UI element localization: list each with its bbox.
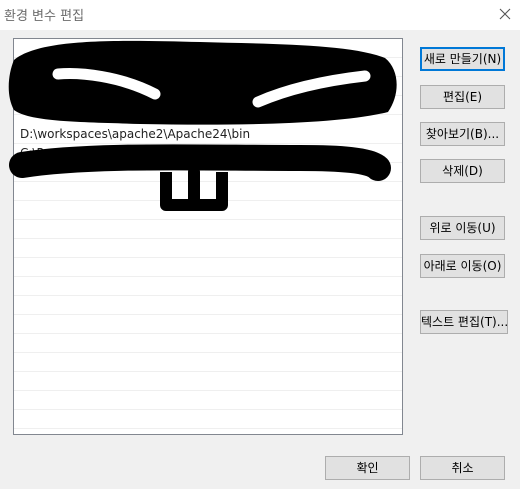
- move-down-button[interactable]: 아래로 이동(O): [420, 254, 505, 278]
- redaction-stroke: [9, 144, 391, 181]
- delete-button[interactable]: 삭제(D): [420, 159, 505, 183]
- new-button[interactable]: 새로 만들기(N): [420, 47, 505, 71]
- browse-button[interactable]: 찾아보기(B)...: [420, 122, 505, 146]
- edit-text-button[interactable]: 텍스트 편집(T)...: [420, 310, 508, 334]
- redaction-mark: [8, 40, 397, 211]
- edit-button[interactable]: 편집(E): [420, 85, 505, 109]
- cancel-button[interactable]: 취소: [420, 456, 505, 480]
- ok-button[interactable]: 확인: [325, 456, 410, 480]
- move-up-button[interactable]: 위로 이동(U): [420, 216, 505, 240]
